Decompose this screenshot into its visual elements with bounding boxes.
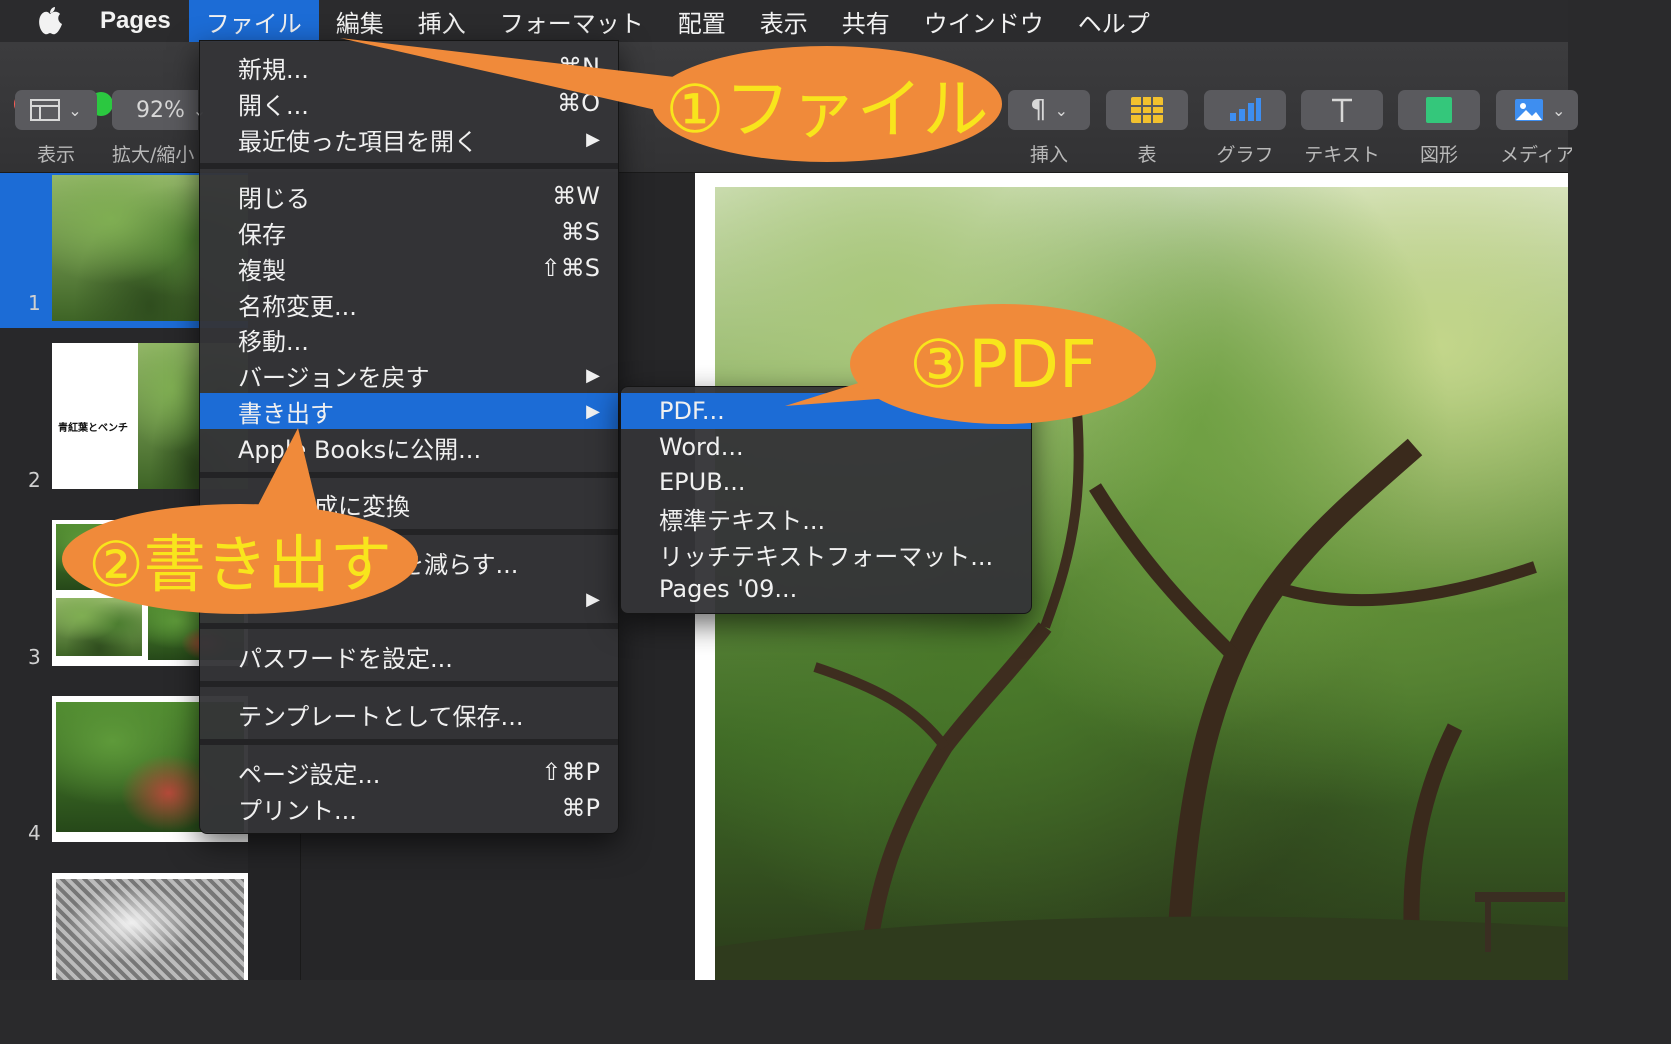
callout-step3: ③PDF (850, 304, 1156, 424)
callout-step2: ②書き出す (62, 504, 418, 614)
callout-pointer-1 (340, 38, 700, 120)
callout-step1: ①ファイル (652, 46, 1002, 162)
